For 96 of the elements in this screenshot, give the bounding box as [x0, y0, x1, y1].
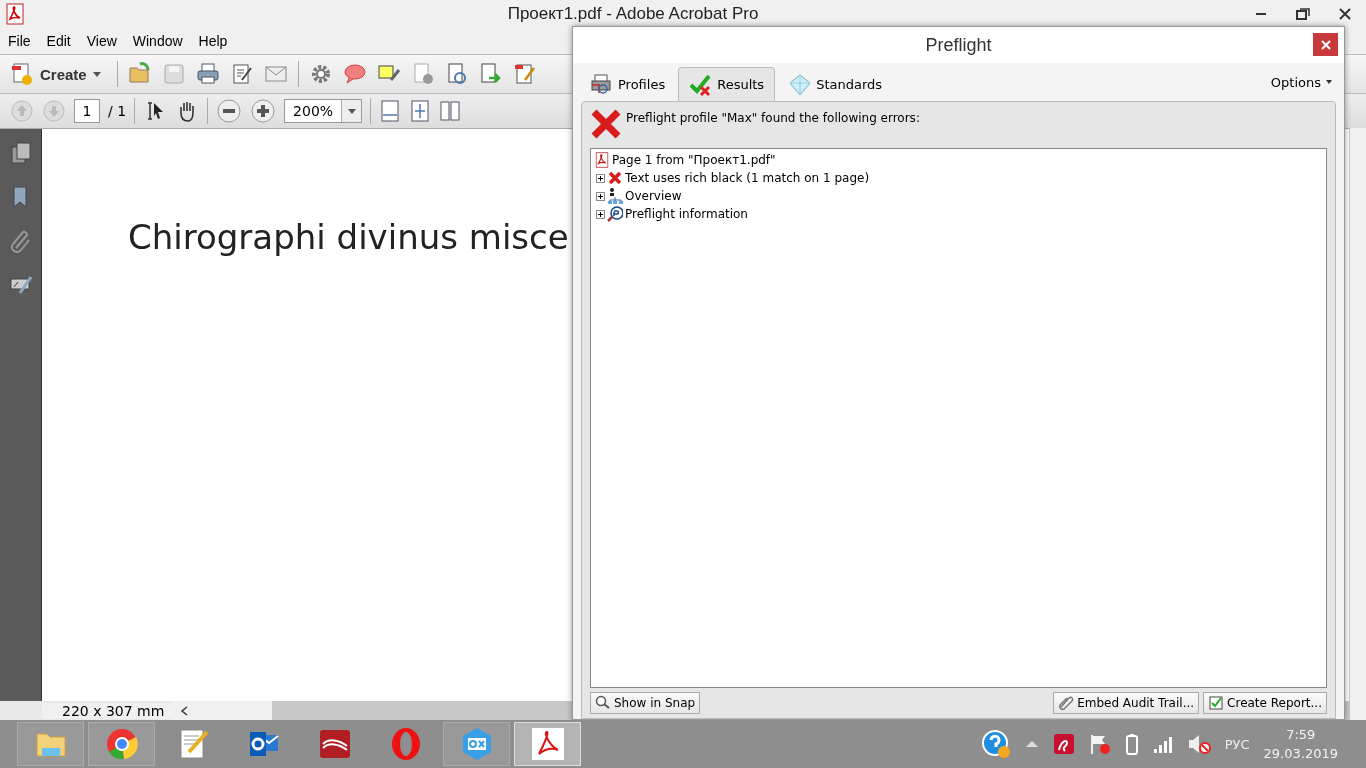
fit-page-icon — [409, 99, 432, 123]
document-arrow-icon — [478, 62, 503, 86]
menu-item[interactable]: Help — [190, 33, 236, 49]
document-pencil-icon — [512, 62, 537, 86]
hierarchy-icon — [607, 188, 623, 204]
zoom-out-button[interactable] — [216, 98, 243, 124]
diamond-icon — [788, 72, 813, 97]
fit-width-button[interactable] — [379, 99, 402, 123]
app-logo-tray-button[interactable] — [1052, 733, 1075, 755]
checklist-icon — [1208, 695, 1225, 711]
app-logo-tray-icon — [1052, 733, 1075, 755]
help-button[interactable] — [980, 729, 1011, 759]
speech-bubble-icon — [342, 62, 367, 86]
paperclip-icon — [1058, 695, 1075, 711]
pdf-logo-icon — [529, 726, 566, 762]
menu-item[interactable]: File — [0, 33, 39, 49]
maximize-icon — [1296, 8, 1310, 20]
print-button[interactable] — [195, 62, 220, 86]
document-star-icon — [10, 62, 34, 86]
signal-bars-button[interactable] — [1152, 734, 1173, 754]
error-cross-icon — [590, 108, 622, 140]
flag-cross-button[interactable] — [1088, 733, 1111, 755]
page-count: / 1 — [108, 103, 127, 119]
close-button[interactable] — [1313, 33, 1338, 56]
zoom-out-icon — [216, 98, 243, 124]
show-hidden-icons-icon — [1024, 739, 1039, 749]
page-number-field[interactable]: 1 — [74, 99, 100, 123]
tab[interactable]: Profiles — [579, 67, 677, 101]
expand-toggle[interactable] — [596, 209, 605, 219]
zoom-combo-box[interactable]: 200% — [284, 99, 363, 123]
document-pencil-button[interactable] — [512, 62, 537, 86]
dialog-title: Preflight — [924, 34, 993, 56]
caret-icon — [92, 71, 101, 77]
tab[interactable]: Results — [678, 67, 776, 101]
pdf-file-icon — [594, 152, 610, 168]
document-arrow-button[interactable] — [478, 62, 503, 86]
magnifier-p-icon — [607, 206, 623, 222]
minimize-icon — [1256, 13, 1266, 15]
printer-magnifier-icon — [590, 72, 614, 97]
zoom-in-button[interactable] — [250, 98, 277, 124]
caret-icon — [347, 108, 356, 114]
tree-item[interactable]: Preflight information — [625, 207, 748, 221]
expand-toggle[interactable] — [596, 191, 605, 201]
document-heading: Chirographi divinus misce — [128, 217, 570, 257]
close-icon — [1339, 8, 1351, 20]
previous-page-icon — [10, 99, 34, 123]
magnifier-icon — [595, 695, 611, 711]
qx-logo-button[interactable] — [443, 722, 510, 766]
save-icon — [161, 62, 186, 86]
chevron-left-icon — [180, 706, 188, 716]
menu-item[interactable]: Edit — [38, 33, 79, 49]
expand-toggle[interactable] — [596, 173, 605, 183]
tree-item[interactable]: Overview — [625, 189, 682, 203]
print-icon — [195, 62, 220, 86]
muted-speaker-button[interactable] — [1186, 733, 1211, 755]
dialog-button[interactable]: Show in Snap — [590, 692, 701, 714]
fit-width-icon — [379, 99, 402, 123]
zoom-in-icon — [250, 98, 277, 124]
fit-page-button[interactable] — [409, 99, 432, 123]
open-folder-button[interactable] — [127, 62, 152, 86]
paperclip-icon — [9, 229, 32, 253]
show-hidden-icons-button[interactable] — [1024, 739, 1039, 749]
tree-item[interactable]: Page 1 from "Проект1.pdf" — [612, 153, 776, 167]
battery-icon — [1124, 733, 1139, 755]
caret-icon — [1326, 80, 1332, 84]
round-logo-button[interactable] — [88, 722, 155, 766]
options-menu[interactable]: Options — [1264, 73, 1338, 91]
pages-icon — [9, 141, 32, 165]
pdf-logo-button[interactable] — [514, 722, 581, 766]
battery-button[interactable] — [1124, 733, 1139, 755]
help-icon — [980, 729, 1011, 759]
muted-speaker-icon — [1186, 733, 1211, 755]
two-pages-icon — [439, 99, 462, 123]
error-message: Preflight profile "Max" found the following errors: — [626, 111, 920, 125]
window-title: Проект1.pdf - Adobe Acrobat Pro — [506, 4, 760, 24]
two-pages-button[interactable] — [439, 99, 462, 123]
menu-item[interactable]: Window — [124, 33, 191, 49]
zoom-dropdown-button[interactable] — [341, 100, 362, 122]
dialog-button[interactable]: Embed Audit Trail... — [1053, 692, 1200, 714]
signal-bars-icon — [1152, 734, 1173, 754]
tree-item[interactable]: Text uses rich black (1 match on 1 page) — [625, 171, 870, 185]
scroll-left-button[interactable] — [172, 701, 272, 721]
pdf-file-icon — [4, 3, 26, 25]
tab[interactable]: Standards — [777, 67, 894, 101]
close-icon — [1320, 39, 1331, 50]
paperclip-button[interactable] — [9, 229, 32, 253]
dialog-button[interactable]: Create Report... — [1203, 692, 1327, 714]
open-folder-icon — [127, 62, 152, 86]
page-size-label: 220 x 307 mm — [42, 703, 172, 719]
menu-item[interactable]: View — [78, 33, 125, 49]
flag-cross-icon — [1088, 733, 1111, 755]
next-page-icon — [42, 99, 66, 123]
create-button[interactable]: Create — [10, 62, 107, 86]
error-cross-icon — [607, 170, 623, 186]
speech-bubble-button[interactable] — [342, 62, 367, 86]
pages-button[interactable] — [9, 141, 32, 165]
